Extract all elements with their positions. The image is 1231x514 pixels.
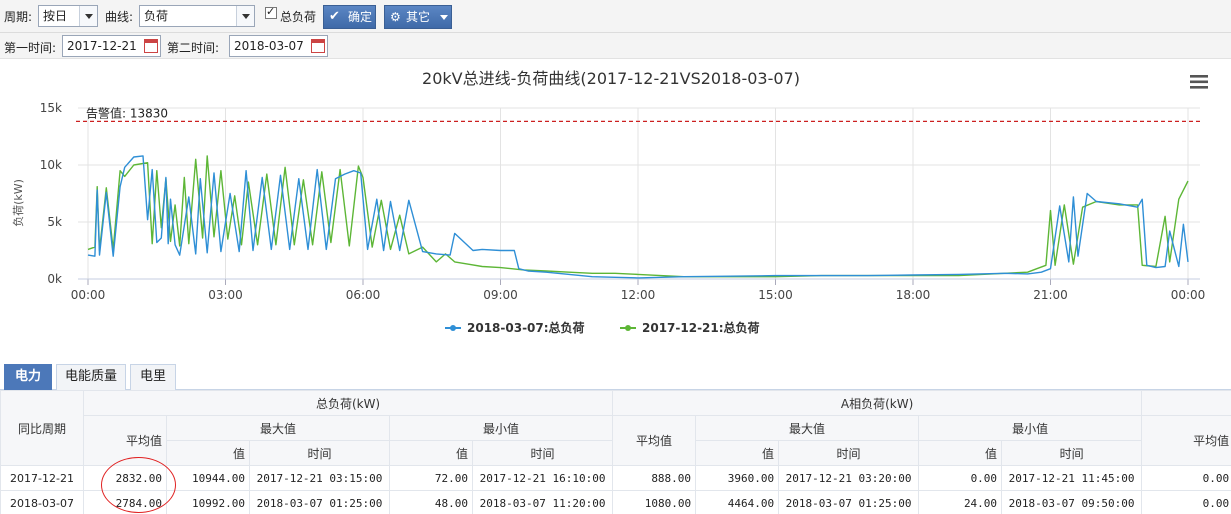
tab-energy[interactable]: 电里 [130, 364, 176, 390]
total-max-time-header: 时间 [249, 440, 390, 466]
second-time-label: 第二时间: [167, 41, 220, 55]
total-min-time-cell: 2018-03-07 11:20:00 [471, 490, 614, 514]
period-header: 同比周期 [0, 390, 84, 466]
calendar-icon[interactable] [144, 39, 158, 53]
total-max-value-cell: 10944.00 [166, 465, 250, 491]
tab-power[interactable]: 电力 [4, 364, 52, 390]
y-tick-label: 0k [47, 272, 62, 286]
caret-down-icon [440, 15, 448, 20]
curve-select-value: 负荷 [144, 9, 169, 23]
total-min-time-cell: 2017-12-21 16:10:00 [471, 465, 614, 491]
phase-a-max-time-cell: 2017-12-21 03:20:00 [778, 465, 920, 491]
total-max-value-header: 值 [166, 440, 250, 466]
alarm-label: 告警值: 13830 [86, 105, 168, 120]
phase-a-min-time-cell: 2018-03-07 09:50:00 [1001, 490, 1143, 514]
legend-marker [625, 325, 631, 331]
calendar-icon[interactable] [311, 39, 325, 53]
phase-a-min-value-header: 值 [918, 440, 1003, 466]
total-max-time-cell: 2017-12-21 03:15:00 [249, 465, 390, 491]
toolbar: 周期: 按日 曲线: 负荷 总负荷 ✔ 确定 ⚙ 其它 [0, 0, 1231, 33]
phase-a-min-value-cell: 0.00 [918, 465, 1003, 491]
total-min-time-header: 时间 [471, 440, 614, 466]
x-tick-label: 03:00 [208, 288, 243, 302]
phase-a-avg-cell: 888.00 [612, 465, 697, 491]
tab-bar: 电力 电能质量 电里 [0, 362, 1231, 390]
first-time-label: 第一时间: [4, 41, 57, 55]
menu-icon[interactable] [1190, 75, 1208, 89]
x-tick-label: 00:00 [1171, 288, 1206, 302]
x-tick-label: 00:00 [71, 288, 106, 302]
row-period: 2017-12-21 [0, 465, 84, 491]
other-button[interactable]: ⚙ 其它 [384, 5, 452, 29]
total-min-header: 最小值 [388, 415, 614, 441]
phase-a-avg-cell: 1080.00 [612, 490, 697, 514]
confirm-button[interactable]: ✔ 确定 [323, 5, 376, 29]
x-tick-label: 06:00 [346, 288, 381, 302]
next-group-avg-cell: 0.00 [1141, 465, 1231, 491]
phase-a-max-header: 最大值 [695, 415, 920, 441]
other-button-label: 其它 [406, 10, 431, 24]
row-period: 2018-03-07 [0, 490, 84, 514]
y-tick-label: 5k [47, 215, 62, 229]
y-tick-label: 10k [40, 158, 62, 172]
x-tick-label: 09:00 [483, 288, 518, 302]
y-tick-label: 15k [40, 101, 62, 115]
period-select-value: 按日 [43, 9, 68, 23]
phase-a-max-value-cell: 4464.00 [695, 490, 780, 514]
total-max-value-cell: 10992.00 [166, 490, 250, 514]
confirm-button-label: 确定 [348, 10, 373, 24]
total-max-header: 最大值 [166, 415, 390, 441]
phase-a-max-time-header: 时间 [778, 440, 920, 466]
date-toolbar: 第一时间: 2017-12-21 第二时间: 2018-03-07 [0, 33, 1231, 59]
total-load-checkbox-label: 总负荷 [280, 10, 317, 24]
phase-a-max-value-cell: 3960.00 [695, 465, 780, 491]
phase-a-min-header: 最小值 [918, 415, 1143, 441]
total-max-time-cell: 2018-03-07 01:25:00 [249, 490, 390, 514]
x-tick-label: 18:00 [896, 288, 931, 302]
check-icon: ✔ [329, 9, 340, 24]
phase-a-max-value-header: 值 [695, 440, 780, 466]
phase-a-min-time-cell: 2017-12-21 11:45:00 [1001, 465, 1143, 491]
second-time-value: 2018-03-07 [234, 39, 304, 53]
chevron-down-icon [236, 6, 254, 26]
tab-power-quality[interactable]: 电能质量 [56, 364, 126, 390]
table-row: 2018-03-07 2784.00 10992.00 2018-03-07 0… [0, 490, 1231, 514]
phase-a-group-header: A相负荷(kW) [612, 390, 1143, 416]
curve-label: 曲线: [105, 10, 134, 24]
x-tick-label: 12:00 [621, 288, 656, 302]
next-group-avg-header: 平均值 [1141, 415, 1231, 466]
x-tick-label: 21:00 [1033, 288, 1068, 302]
first-time-value: 2017-12-21 [67, 39, 137, 53]
x-tick-label: 15:00 [758, 288, 793, 302]
curve-select[interactable]: 负荷 [139, 5, 255, 27]
first-time-input[interactable]: 2017-12-21 [62, 35, 161, 57]
comparison-table: 同比周期 总负荷(kW) A相负荷(kW) 平均值 最大值 最小值 平均值 最大… [0, 390, 1231, 514]
chevron-down-icon [79, 6, 97, 26]
total-min-value-header: 值 [389, 440, 473, 466]
period-select[interactable]: 按日 [38, 5, 98, 27]
chart-title: 20kV总进线-负荷曲线(2017-12-21VS2018-03-07) [422, 69, 800, 88]
table-row: 2017-12-21 2832.00 10944.00 2017-12-21 0… [0, 465, 1231, 491]
y-axis-label: 负荷(kW) [11, 179, 25, 227]
phase-a-max-time-cell: 2018-03-07 01:25:00 [778, 490, 920, 514]
phase-a-min-value-cell: 24.00 [918, 490, 1003, 514]
phase-a-avg-header: 平均值 [612, 415, 697, 466]
legend-label: 2018-03-07:总负荷 [467, 320, 585, 335]
load-curve-chart: 20kV总进线-负荷曲线(2017-12-21VS2018-03-07) 负荷(… [11, 69, 1208, 335]
total-load-group-header: 总负荷(kW) [82, 390, 614, 416]
tools-icon: ⚙ [390, 10, 401, 24]
second-time-input[interactable]: 2018-03-07 [229, 35, 328, 57]
total-min-value-cell: 48.00 [389, 490, 473, 514]
total-min-value-cell: 72.00 [389, 465, 473, 491]
legend-label: 2017-12-21:总负荷 [642, 320, 760, 335]
period-label: 周期: [4, 10, 33, 24]
total-load-checkbox[interactable] [265, 5, 277, 19]
legend-marker [450, 325, 456, 331]
highlight-circle-annotation [101, 457, 176, 513]
phase-a-min-time-header: 时间 [1001, 440, 1143, 466]
next-group-avg-cell: 0.00 [1141, 490, 1231, 514]
